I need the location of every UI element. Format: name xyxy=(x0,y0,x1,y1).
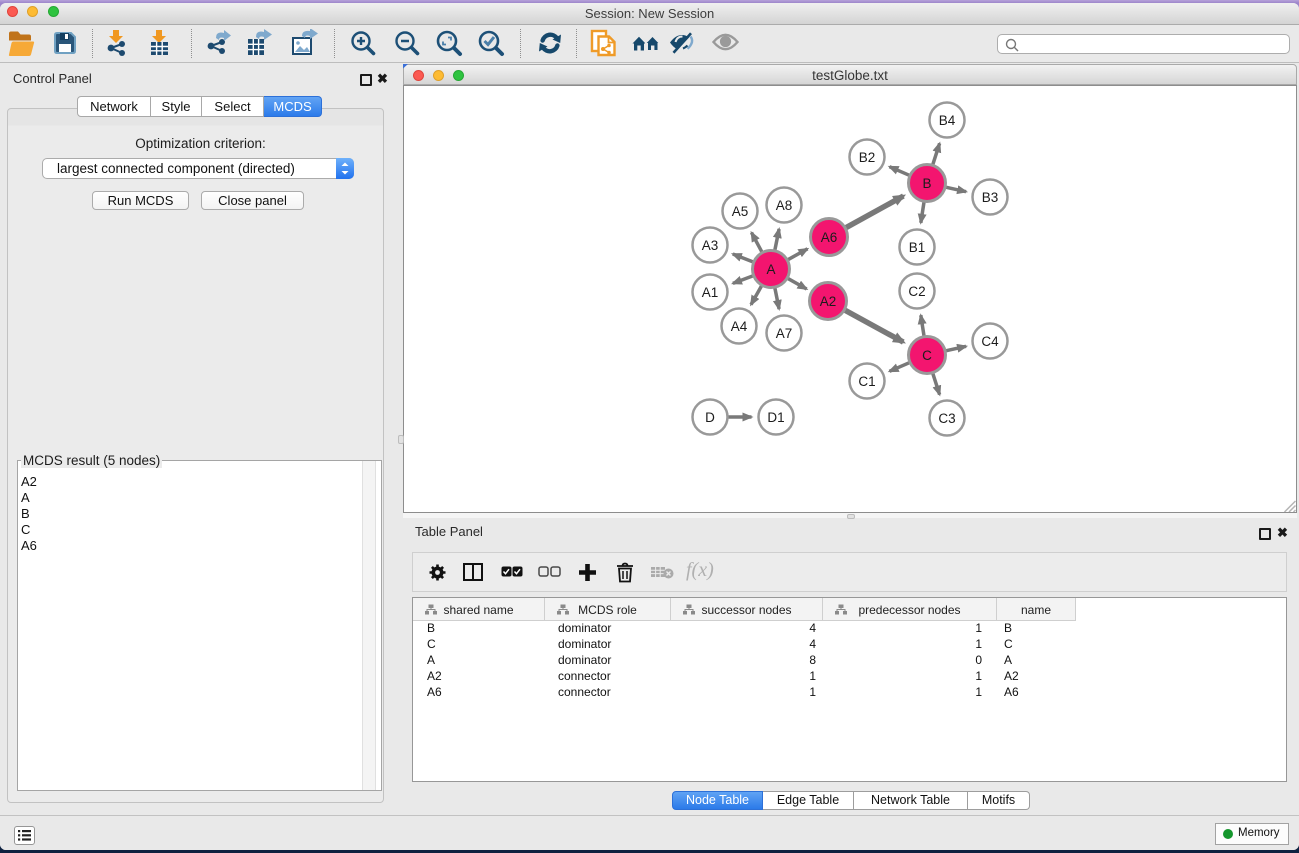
svg-text:A2: A2 xyxy=(820,294,837,309)
svg-text:A3: A3 xyxy=(702,238,719,253)
svg-text:C1: C1 xyxy=(858,374,875,389)
svg-text:A4: A4 xyxy=(731,319,748,334)
svg-text:D: D xyxy=(705,410,715,425)
svg-text:C2: C2 xyxy=(908,284,925,299)
svg-text:A: A xyxy=(766,262,775,277)
svg-text:C3: C3 xyxy=(938,411,955,426)
svg-text:C: C xyxy=(922,348,932,363)
svg-text:C4: C4 xyxy=(981,334,999,349)
svg-text:A1: A1 xyxy=(702,285,719,300)
svg-text:A5: A5 xyxy=(732,204,749,219)
svg-text:D1: D1 xyxy=(767,410,784,425)
svg-text:A7: A7 xyxy=(776,326,793,341)
svg-text:B4: B4 xyxy=(939,113,956,128)
svg-text:A6: A6 xyxy=(821,230,838,245)
svg-text:A8: A8 xyxy=(776,198,793,213)
svg-text:B2: B2 xyxy=(859,150,876,165)
svg-text:B3: B3 xyxy=(982,190,999,205)
svg-text:B1: B1 xyxy=(909,240,926,255)
svg-text:B: B xyxy=(922,176,931,191)
